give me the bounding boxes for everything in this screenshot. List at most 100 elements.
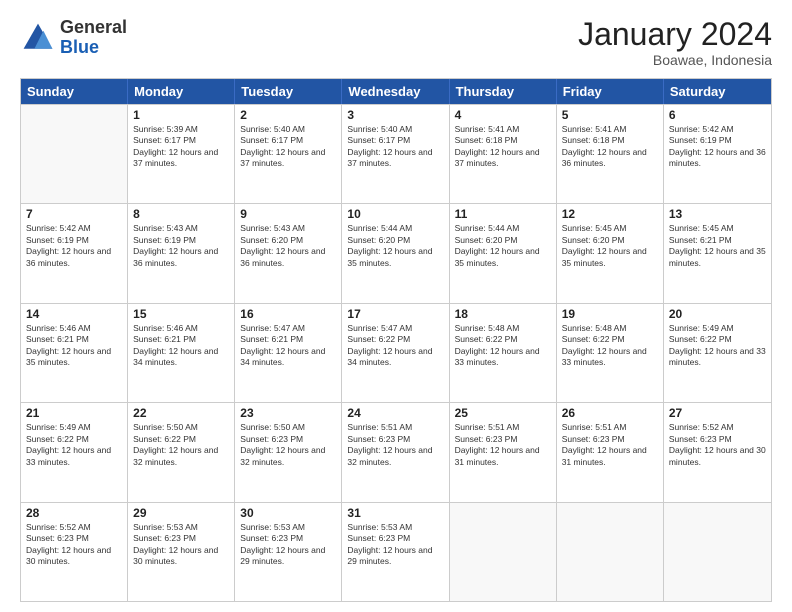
- calendar-cell: 9Sunrise: 5:43 AM Sunset: 6:20 PM Daylig…: [235, 204, 342, 302]
- calendar-cell: [450, 503, 557, 601]
- calendar: SundayMondayTuesdayWednesdayThursdayFrid…: [20, 78, 772, 602]
- calendar-cell: [557, 503, 664, 601]
- day-number: 6: [669, 108, 766, 122]
- cell-info: Sunrise: 5:44 AM Sunset: 6:20 PM Dayligh…: [347, 223, 443, 269]
- calendar-cell: 22 Sunrise: 5:50 AM Sunset: 6:22 PM Dayli…: [128, 403, 235, 501]
- cell-info: Sunrise: 5:46 AM Sunset: 6:21 PM Dayligh…: [26, 323, 122, 369]
- calendar-cell: 29 Sunrise: 5:53 AM Sunset: 6:23 PM Dayli…: [128, 503, 235, 601]
- day-number: 21: [26, 406, 122, 420]
- cell-info: Sunrise: 5:51 AM Sunset: 6:23 PM Dayligh…: [455, 422, 551, 468]
- cell-info: Sunrise: 5:52 AM Sunset: 6:23 PM Dayligh…: [669, 422, 766, 468]
- calendar-cell: 20 Sunrise: 5:49 AM Sunset: 6:22 PM Dayli…: [664, 304, 771, 402]
- cell-info: Sunrise: 5:44 AM Sunset: 6:20 PM Dayligh…: [455, 223, 551, 269]
- cell-info: Sunrise: 5:42 AM Sunset: 6:19 PM Dayligh…: [26, 223, 122, 269]
- day-number: 11: [455, 207, 551, 221]
- header: General Blue January 2024 Boawae, Indone…: [20, 18, 772, 68]
- day-number: 3: [347, 108, 443, 122]
- day-number: 20: [669, 307, 766, 321]
- month-title: January 2024: [578, 18, 772, 50]
- cell-info: Sunrise: 5:52 AM Sunset: 6:23 PM Dayligh…: [26, 522, 122, 568]
- cell-info: Sunrise: 5:48 AM Sunset: 6:22 PM Dayligh…: [562, 323, 658, 369]
- calendar-row: 7 Sunrise: 5:42 AM Sunset: 6:19 PM Daylig…: [21, 203, 771, 302]
- calendar-cell: 14Sunrise: 5:46 AM Sunset: 6:21 PM Dayli…: [21, 304, 128, 402]
- calendar-cell: 3 Sunrise: 5:40 AM Sunset: 6:17 PM Daylig…: [342, 105, 449, 203]
- calendar-cell: 27Sunrise: 5:52 AM Sunset: 6:23 PM Dayli…: [664, 403, 771, 501]
- cell-info: Sunrise: 5:39 AM Sunset: 6:17 PM Dayligh…: [133, 124, 229, 170]
- calendar-cell: 1 Sunrise: 5:39 AM Sunset: 6:17 PM Daylig…: [128, 105, 235, 203]
- weekday-header: Friday: [557, 79, 664, 104]
- day-number: 26: [562, 406, 658, 420]
- calendar-row: 1 Sunrise: 5:39 AM Sunset: 6:17 PM Daylig…: [21, 104, 771, 203]
- cell-info: Sunrise: 5:47 AM Sunset: 6:21 PM Dayligh…: [240, 323, 336, 369]
- calendar-cell: 18 Sunrise: 5:48 AM Sunset: 6:22 PM Dayli…: [450, 304, 557, 402]
- calendar-cell: 10 Sunrise: 5:44 AM Sunset: 6:20 PM Dayli…: [342, 204, 449, 302]
- weekday-header: Saturday: [664, 79, 771, 104]
- cell-info: Sunrise: 5:45 AM Sunset: 6:21 PM Dayligh…: [669, 223, 766, 269]
- day-number: 29: [133, 506, 229, 520]
- cell-info: Sunrise: 5:49 AM Sunset: 6:22 PM Dayligh…: [26, 422, 122, 468]
- calendar-cell: 23 Sunrise: 5:50 AM Sunset: 6:23 PM Dayli…: [235, 403, 342, 501]
- cell-info: Sunrise: 5:51 AM Sunset: 6:23 PM Dayligh…: [562, 422, 658, 468]
- page: General Blue January 2024 Boawae, Indone…: [0, 0, 792, 612]
- logo-general: General: [60, 18, 127, 38]
- calendar-cell: 7 Sunrise: 5:42 AM Sunset: 6:19 PM Daylig…: [21, 204, 128, 302]
- logo: General Blue: [20, 18, 127, 58]
- calendar-cell: 4Sunrise: 5:41 AM Sunset: 6:18 PM Daylig…: [450, 105, 557, 203]
- cell-info: Sunrise: 5:50 AM Sunset: 6:22 PM Dayligh…: [133, 422, 229, 468]
- day-number: 5: [562, 108, 658, 122]
- day-number: 23: [240, 406, 336, 420]
- cell-info: Sunrise: 5:53 AM Sunset: 6:23 PM Dayligh…: [133, 522, 229, 568]
- weekday-header: Sunday: [21, 79, 128, 104]
- cell-info: Sunrise: 5:48 AM Sunset: 6:22 PM Dayligh…: [455, 323, 551, 369]
- day-number: 8: [133, 207, 229, 221]
- calendar-cell: 21 Sunrise: 5:49 AM Sunset: 6:22 PM Dayli…: [21, 403, 128, 501]
- weekday-header: Wednesday: [342, 79, 449, 104]
- day-number: 16: [240, 307, 336, 321]
- cell-info: Sunrise: 5:50 AM Sunset: 6:23 PM Dayligh…: [240, 422, 336, 468]
- day-number: 28: [26, 506, 122, 520]
- calendar-cell: 19Sunrise: 5:48 AM Sunset: 6:22 PM Dayli…: [557, 304, 664, 402]
- day-number: 25: [455, 406, 551, 420]
- day-number: 12: [562, 207, 658, 221]
- calendar-cell: 26 Sunrise: 5:51 AM Sunset: 6:23 PM Dayli…: [557, 403, 664, 501]
- calendar-cell: 25 Sunrise: 5:51 AM Sunset: 6:23 PM Dayli…: [450, 403, 557, 501]
- cell-info: Sunrise: 5:41 AM Sunset: 6:18 PM Dayligh…: [455, 124, 551, 170]
- calendar-row: 21 Sunrise: 5:49 AM Sunset: 6:22 PM Dayli…: [21, 402, 771, 501]
- calendar-cell: 30 Sunrise: 5:53 AM Sunset: 6:23 PM Dayli…: [235, 503, 342, 601]
- weekday-header: Thursday: [450, 79, 557, 104]
- cell-info: Sunrise: 5:49 AM Sunset: 6:22 PM Dayligh…: [669, 323, 766, 369]
- title-block: January 2024 Boawae, Indonesia: [578, 18, 772, 68]
- cell-info: Sunrise: 5:46 AM Sunset: 6:21 PM Dayligh…: [133, 323, 229, 369]
- day-number: 13: [669, 207, 766, 221]
- calendar-cell: 8 Sunrise: 5:43 AM Sunset: 6:19 PM Daylig…: [128, 204, 235, 302]
- day-number: 10: [347, 207, 443, 221]
- calendar-row: 28 Sunrise: 5:52 AM Sunset: 6:23 PM Dayli…: [21, 502, 771, 601]
- location: Boawae, Indonesia: [578, 52, 772, 68]
- calendar-cell: 17Sunrise: 5:47 AM Sunset: 6:22 PM Dayli…: [342, 304, 449, 402]
- day-number: 18: [455, 307, 551, 321]
- cell-info: Sunrise: 5:43 AM Sunset: 6:19 PM Dayligh…: [133, 223, 229, 269]
- day-number: 7: [26, 207, 122, 221]
- logo-icon: [20, 20, 56, 56]
- cell-info: Sunrise: 5:40 AM Sunset: 6:17 PM Dayligh…: [347, 124, 443, 170]
- weekday-header: Tuesday: [235, 79, 342, 104]
- day-number: 1: [133, 108, 229, 122]
- calendar-cell: 31Sunrise: 5:53 AM Sunset: 6:23 PM Dayli…: [342, 503, 449, 601]
- cell-info: Sunrise: 5:42 AM Sunset: 6:19 PM Dayligh…: [669, 124, 766, 170]
- cell-info: Sunrise: 5:47 AM Sunset: 6:22 PM Dayligh…: [347, 323, 443, 369]
- calendar-cell: 12 Sunrise: 5:45 AM Sunset: 6:20 PM Dayli…: [557, 204, 664, 302]
- calendar-cell: 15 Sunrise: 5:46 AM Sunset: 6:21 PM Dayli…: [128, 304, 235, 402]
- calendar-cell: 16 Sunrise: 5:47 AM Sunset: 6:21 PM Dayli…: [235, 304, 342, 402]
- day-number: 30: [240, 506, 336, 520]
- cell-info: Sunrise: 5:53 AM Sunset: 6:23 PM Dayligh…: [240, 522, 336, 568]
- calendar-row: 14Sunrise: 5:46 AM Sunset: 6:21 PM Dayli…: [21, 303, 771, 402]
- logo-text: General Blue: [60, 18, 127, 58]
- day-number: 31: [347, 506, 443, 520]
- calendar-cell: 5Sunrise: 5:41 AM Sunset: 6:18 PM Daylig…: [557, 105, 664, 203]
- day-number: 15: [133, 307, 229, 321]
- day-number: 22: [133, 406, 229, 420]
- cell-info: Sunrise: 5:43 AM Sunset: 6:20 PM Dayligh…: [240, 223, 336, 269]
- cell-info: Sunrise: 5:45 AM Sunset: 6:20 PM Dayligh…: [562, 223, 658, 269]
- calendar-cell: [21, 105, 128, 203]
- calendar-cell: [664, 503, 771, 601]
